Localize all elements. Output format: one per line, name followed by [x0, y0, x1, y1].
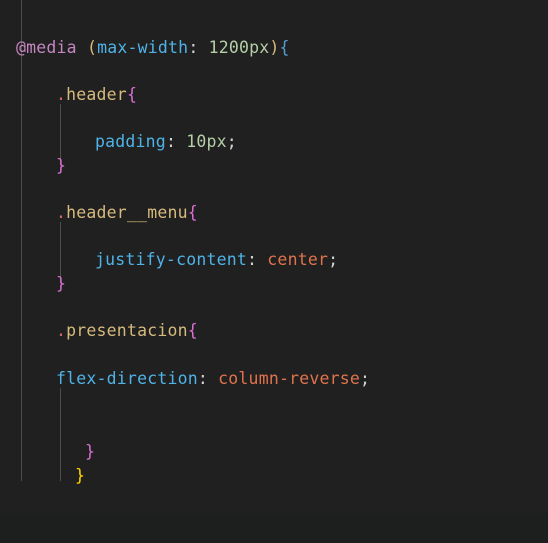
code-token-selector-dot: .: [56, 321, 67, 340]
code-token-paren: (: [86, 38, 98, 57]
code-text-area[interactable]: @media (max-width: 1200px){.header{paddi…: [0, 0, 548, 513]
code-line[interactable]: .header__menu{: [0, 189, 198, 236]
code-token-property: flex-direction: [56, 369, 198, 388]
code-token-value-keyword: column-reverse: [218, 369, 361, 388]
code-line[interactable]: }: [0, 142, 66, 189]
code-token-selector-dot: .: [56, 203, 67, 222]
code-token-paren: ): [269, 38, 280, 57]
code-token-selector-name: presentacion: [66, 321, 188, 340]
code-line[interactable]: @media (max-width: 1200px){: [0, 24, 290, 71]
code-line[interactable]: }: [0, 260, 66, 307]
code-token-property: max-width: [97, 38, 189, 57]
code-token-brace-level-2: {: [187, 203, 198, 222]
code-token-selector-dot: .: [56, 85, 67, 104]
code-token-property: padding: [95, 132, 166, 151]
code-token-brace-level-2: }: [85, 442, 96, 461]
code-token-at-rule: @media: [16, 38, 77, 57]
code-token-brace-outer-close: }: [75, 466, 86, 485]
code-token-selector-name: header__menu: [66, 203, 188, 222]
code-token-property: justify-content: [95, 250, 248, 269]
code-token-brace-level-2: }: [56, 274, 67, 293]
code-line[interactable]: }: [0, 452, 85, 499]
code-editor[interactable]: @media (max-width: 1200px){.header{paddi…: [0, 0, 548, 543]
editor-empty-area[interactable]: [0, 513, 548, 543]
code-token-brace-level-1: {: [279, 38, 290, 57]
code-line[interactable]: flex-direction: column-reverse;: [0, 355, 370, 402]
code-token-value-keyword: center: [267, 250, 329, 269]
code-line[interactable]: .presentacion{: [0, 307, 198, 354]
code-token-punctuation: ;: [360, 369, 371, 388]
code-token-number: 10px: [186, 132, 227, 151]
code-token-brace-level-2: }: [56, 156, 67, 175]
code-line[interactable]: .header{: [0, 71, 137, 118]
code-token-selector-name: header: [66, 85, 127, 104]
code-token-punctuation: :: [188, 38, 209, 57]
code-token-brace-level-2: {: [187, 321, 198, 340]
code-token-brace-level-2: {: [126, 85, 138, 104]
code-token-punctuation: ;: [226, 132, 237, 151]
code-token-number: 1200px: [208, 38, 270, 57]
code-token-punctuation: ;: [328, 250, 339, 269]
code-token-punctuation: :: [247, 250, 268, 269]
code-token-punctuation: :: [197, 369, 219, 388]
code-token-punctuation: :: [165, 132, 187, 151]
